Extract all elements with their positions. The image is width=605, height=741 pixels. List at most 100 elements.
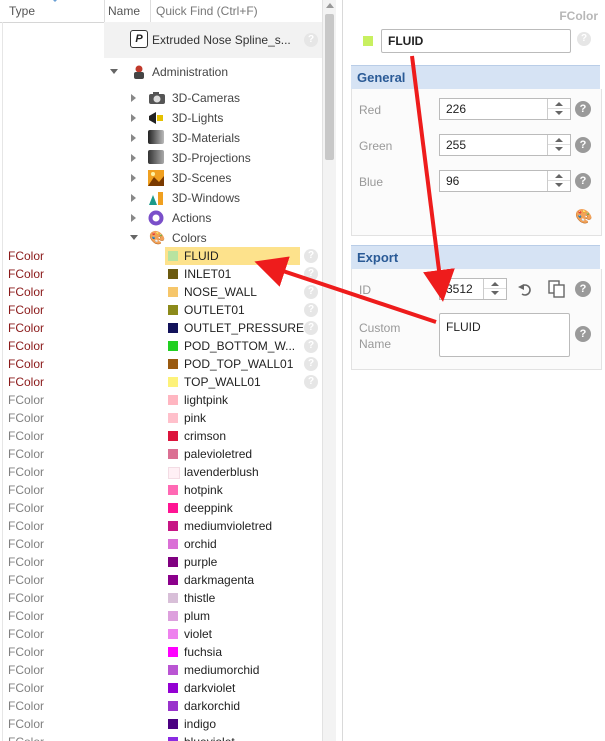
blue-spinner[interactable] [547, 171, 570, 191]
table-row[interactable]: FColor mediumvioletred [0, 517, 322, 535]
tree-item-label: 3D-Lights [172, 111, 224, 125]
table-row[interactable]: FColor POD_BOTTOM_W...? [0, 337, 322, 355]
table-row[interactable]: FColor thistle [0, 589, 322, 607]
expand-arrow-icon[interactable] [110, 69, 118, 74]
tree-item-3d-projections[interactable]: 3D-Projections [0, 148, 322, 168]
scrollbar-thumb[interactable] [325, 14, 334, 160]
table-row[interactable]: FColor lavenderblush [0, 463, 322, 481]
column-divider [150, 0, 151, 22]
table-row[interactable]: FColor darkmagenta [0, 571, 322, 589]
row-name: OUTLET01 [184, 303, 245, 317]
tree-item-3d-lights[interactable]: 3D-Lights [0, 108, 322, 128]
quick-find-input[interactable]: Quick Find (Ctrl+F) [156, 4, 258, 18]
row-type: FColor [8, 249, 45, 263]
table-row[interactable]: FColor OUTLET_PRESSURE? [0, 319, 322, 337]
table-row[interactable]: FColor indigo [0, 715, 322, 733]
expand-arrow-icon[interactable] [131, 94, 136, 102]
help-icon[interactable]: ? [304, 33, 318, 47]
id-input[interactable]: 3512 [439, 278, 507, 300]
expand-arrow-icon[interactable] [131, 134, 136, 142]
row-name: mediumvioletred [184, 519, 273, 533]
table-row[interactable]: FColor mediumorchid [0, 661, 322, 679]
table-row[interactable]: FColor blueviolet [0, 733, 322, 741]
administration-node[interactable]: Administration [0, 62, 322, 82]
blue-input[interactable]: 96 [439, 170, 571, 192]
green-label: Green [359, 139, 393, 153]
expand-arrow-icon[interactable] [131, 194, 136, 202]
table-row[interactable]: FColor plum [0, 607, 322, 625]
table-row[interactable]: FColor purple [0, 553, 322, 571]
row-type: FColor [8, 645, 45, 659]
expand-arrow-icon[interactable] [131, 114, 136, 122]
tree-item-3d-scenes[interactable]: 3D-Scenes [0, 168, 322, 188]
help-icon[interactable]: ? [575, 326, 591, 342]
help-icon[interactable]: ? [575, 101, 591, 117]
help-icon[interactable]: ? [304, 321, 318, 335]
help-icon[interactable]: ? [304, 267, 318, 281]
table-row[interactable]: FColor palevioletred [0, 445, 322, 463]
table-row[interactable]: FColor TOP_WALL01? [0, 373, 322, 391]
help-icon[interactable]: ? [304, 357, 318, 371]
help-icon[interactable]: ? [304, 285, 318, 299]
help-icon[interactable]: ? [304, 303, 318, 317]
help-icon[interactable]: ? [577, 32, 591, 46]
export-section-header[interactable]: Export [351, 245, 600, 269]
help-icon[interactable]: ? [575, 137, 591, 153]
row-name: FLUID [184, 249, 219, 263]
table-row[interactable]: FColor crimson [0, 427, 322, 445]
table-row[interactable]: FColor darkviolet [0, 679, 322, 697]
tree-scrollbar[interactable] [322, 0, 336, 741]
tree-item-3d-cameras[interactable]: 3D-Cameras [0, 88, 322, 108]
help-icon[interactable]: ? [304, 339, 318, 353]
palette-icon[interactable]: 🎨 [575, 208, 592, 225]
table-row[interactable]: FColor fuchsia [0, 643, 322, 661]
export-title: Export [357, 250, 399, 265]
table-row[interactable]: FColor pink [0, 409, 322, 427]
id-label: ID [359, 283, 371, 297]
table-row[interactable]: FColor OUTLET01? [0, 301, 322, 319]
tree-panel: Type Name Quick Find (Ctrl+F) P Extruded… [0, 0, 336, 741]
table-row[interactable]: FColor POD_TOP_WALL01? [0, 355, 322, 373]
panel-title: FColor [559, 9, 598, 23]
tree-item-3d-windows[interactable]: 3D-Windows [0, 188, 322, 208]
table-row[interactable]: FColor violet [0, 625, 322, 643]
row-type: FColor [8, 339, 45, 353]
row-name: TOP_WALL01 [184, 375, 261, 389]
name-column-header[interactable]: Name [108, 4, 140, 18]
red-spinner[interactable] [547, 99, 570, 119]
custom-name-input[interactable]: FLUID [439, 313, 570, 357]
name-input[interactable]: FLUID [381, 29, 571, 53]
colors-node[interactable]: 🎨 Colors [0, 228, 322, 248]
table-row[interactable]: FColor hotpink [0, 481, 322, 499]
tree-item-3d-materials[interactable]: 3D-Materials [0, 128, 322, 148]
color-swatch [168, 323, 178, 333]
table-row[interactable]: FColor deeppink [0, 499, 322, 517]
type-column-header[interactable]: Type [9, 4, 35, 18]
table-row[interactable]: FColor NOSE_WALL? [0, 283, 322, 301]
general-section-header[interactable]: General [351, 65, 600, 89]
red-input[interactable]: 226 [439, 98, 571, 120]
help-icon[interactable]: ? [304, 249, 318, 263]
expand-arrow-icon[interactable] [130, 235, 138, 240]
green-spinner[interactable] [547, 135, 570, 155]
spline-item[interactable]: P Extruded Nose Spline_s... ? [0, 30, 322, 50]
table-row[interactable]: FColor orchid [0, 535, 322, 553]
table-row[interactable]: FColor darkorchid [0, 697, 322, 715]
undo-icon[interactable] [517, 281, 533, 300]
row-type: FColor [8, 321, 45, 335]
green-input[interactable]: 255 [439, 134, 571, 156]
scroll-up-icon[interactable] [326, 3, 334, 8]
help-icon[interactable]: ? [304, 375, 318, 389]
expand-arrow-icon[interactable] [131, 154, 136, 162]
table-row[interactable]: FColor lightpink [0, 391, 322, 409]
help-icon[interactable]: ? [575, 281, 591, 297]
tree-item-actions[interactable]: Actions [0, 208, 322, 228]
help-icon[interactable]: ? [575, 173, 591, 189]
expand-arrow-icon[interactable] [131, 174, 136, 182]
table-row[interactable]: FColor INLET01? [0, 265, 322, 283]
id-spinner[interactable] [483, 279, 506, 299]
row-name: lightpink [184, 393, 229, 407]
table-row[interactable]: FColor FLUID? [0, 247, 322, 265]
copy-icon[interactable] [548, 280, 566, 301]
expand-arrow-icon[interactable] [131, 214, 136, 222]
